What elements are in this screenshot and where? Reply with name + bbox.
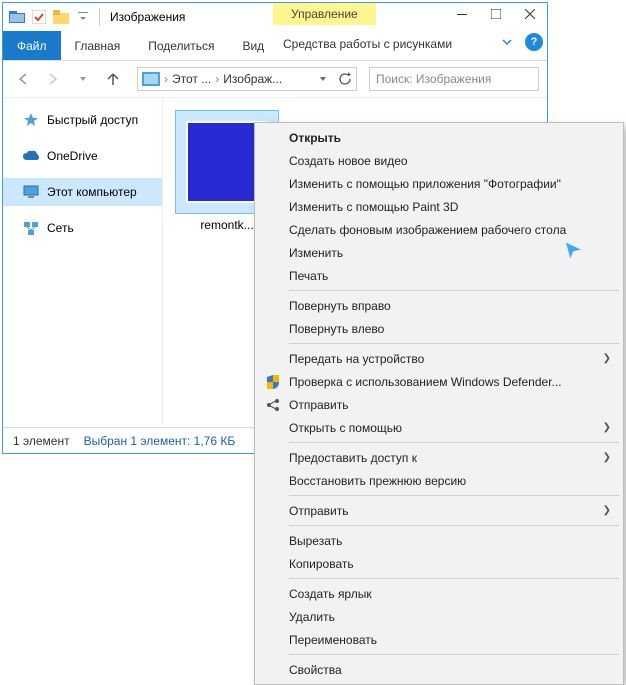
cloud-icon	[23, 148, 39, 164]
submenu-arrow-icon: ❯	[603, 353, 611, 364]
sidebar-item-label: Быстрый доступ	[47, 113, 138, 127]
cm-open[interactable]: Открыть	[257, 126, 621, 149]
cm-properties[interactable]: Свойства	[257, 658, 621, 681]
cm-open-with[interactable]: Открыть с помощью❯	[257, 416, 621, 439]
network-icon	[23, 220, 39, 236]
submenu-arrow-icon: ❯	[603, 505, 611, 516]
tab-view[interactable]: Вид	[228, 31, 278, 60]
cm-cut[interactable]: Вырезать	[257, 529, 621, 552]
cm-rotate-right[interactable]: Повернуть вправо	[257, 294, 621, 317]
separator	[289, 442, 619, 443]
qat-dropdown-icon[interactable]	[73, 7, 93, 27]
tab-share[interactable]: Поделиться	[134, 31, 228, 60]
contextual-tab-header[interactable]: Управление	[273, 3, 376, 25]
folder-icon[interactable]	[51, 7, 71, 27]
chevron-right-icon[interactable]: ›	[164, 72, 168, 86]
cm-edit-photos[interactable]: Изменить с помощью приложения "Фотографи…	[257, 172, 621, 195]
address-dropdown-icon[interactable]	[318, 74, 328, 84]
qat-checkbox-icon[interactable]	[29, 7, 49, 27]
help-icon[interactable]: ?	[525, 33, 543, 51]
context-menu: Открыть Создать новое видео Изменить с п…	[254, 122, 624, 685]
separator	[289, 495, 619, 496]
shield-icon	[264, 373, 282, 391]
cm-copy[interactable]: Копировать	[257, 552, 621, 575]
forward-button[interactable]	[41, 67, 65, 91]
sidebar-item-label: Сеть	[47, 221, 74, 235]
cm-print[interactable]: Печать	[257, 264, 621, 287]
window-title: Изображения	[110, 10, 185, 24]
status-selection: Выбран 1 элемент: 1,76 КБ	[84, 434, 236, 448]
back-button[interactable]	[11, 67, 35, 91]
sidebar-item-network[interactable]: Сеть	[3, 214, 162, 242]
chevron-right-icon[interactable]: ›	[215, 72, 219, 86]
submenu-arrow-icon: ❯	[603, 452, 611, 463]
cm-share[interactable]: Отправить	[257, 393, 621, 416]
separator	[289, 290, 619, 291]
cm-set-wallpaper[interactable]: Сделать фоновым изображением рабочего ст…	[257, 218, 621, 241]
tab-picture-tools[interactable]: Средства работы с рисунками	[273, 31, 462, 57]
status-item-count: 1 элемент	[13, 434, 70, 448]
cm-defender-scan[interactable]: Проверка с использованием Windows Defend…	[257, 370, 621, 393]
address-bar[interactable]: › Этот ... › Изображ...	[137, 67, 357, 91]
tab-home[interactable]: Главная	[61, 31, 135, 60]
separator	[99, 8, 100, 26]
cm-create-shortcut[interactable]: Создать ярлык	[257, 582, 621, 605]
sidebar-item-onedrive[interactable]: OneDrive	[3, 142, 162, 170]
recent-dropdown-icon[interactable]	[71, 67, 95, 91]
up-button[interactable]	[101, 67, 125, 91]
cm-rotate-left[interactable]: Повернуть влево	[257, 317, 621, 340]
separator	[289, 578, 619, 579]
sidebar-item-label: Этот компьютер	[47, 185, 137, 199]
star-icon	[23, 112, 39, 128]
close-button[interactable]	[513, 3, 547, 25]
sidebar-item-this-pc[interactable]: Этот компьютер	[3, 178, 162, 206]
cm-send-to[interactable]: Отправить❯	[257, 499, 621, 522]
refresh-icon[interactable]	[338, 72, 352, 86]
cm-rename[interactable]: Переименовать	[257, 628, 621, 651]
quick-access-toolbar	[3, 7, 93, 27]
separator	[289, 343, 619, 344]
sidebar-item-label: OneDrive	[47, 149, 98, 163]
cm-restore-version[interactable]: Восстановить прежнюю версию	[257, 469, 621, 492]
breadcrumb-segment[interactable]: Этот ...	[172, 72, 211, 86]
separator	[289, 654, 619, 655]
minimize-button[interactable]	[445, 3, 479, 25]
cm-give-access[interactable]: Предоставить доступ к❯	[257, 446, 621, 469]
chevron-down-icon[interactable]	[501, 36, 513, 48]
submenu-arrow-icon: ❯	[603, 422, 611, 433]
cm-create-video[interactable]: Создать новое видео	[257, 149, 621, 172]
window-controls	[445, 3, 547, 25]
explorer-app-icon[interactable]	[7, 7, 27, 27]
titlebar: Изображения Управление	[3, 3, 547, 31]
cm-delete[interactable]: Удалить	[257, 605, 621, 628]
separator	[289, 525, 619, 526]
sidebar-item-quick-access[interactable]: Быстрый доступ	[3, 106, 162, 134]
cm-cast-device[interactable]: Передать на устройство❯	[257, 347, 621, 370]
pc-icon	[23, 184, 39, 200]
cm-edit-paint3d[interactable]: Изменить с помощью Paint 3D	[257, 195, 621, 218]
nav-toolbar: › Этот ... › Изображ... Поиск: Изображен…	[3, 61, 547, 97]
breadcrumb-segment[interactable]: Изображ...	[223, 72, 282, 86]
ribbon-tabs: Файл Главная Поделиться Вид Средства раб…	[3, 31, 547, 61]
search-input[interactable]: Поиск: Изображения	[369, 67, 539, 91]
location-pictures-icon	[142, 72, 160, 86]
nav-pane: Быстрый доступ OneDrive Этот компьютер С…	[3, 98, 163, 427]
share-icon	[264, 396, 282, 414]
maximize-button[interactable]	[479, 3, 513, 25]
tab-file[interactable]: Файл	[3, 31, 61, 60]
